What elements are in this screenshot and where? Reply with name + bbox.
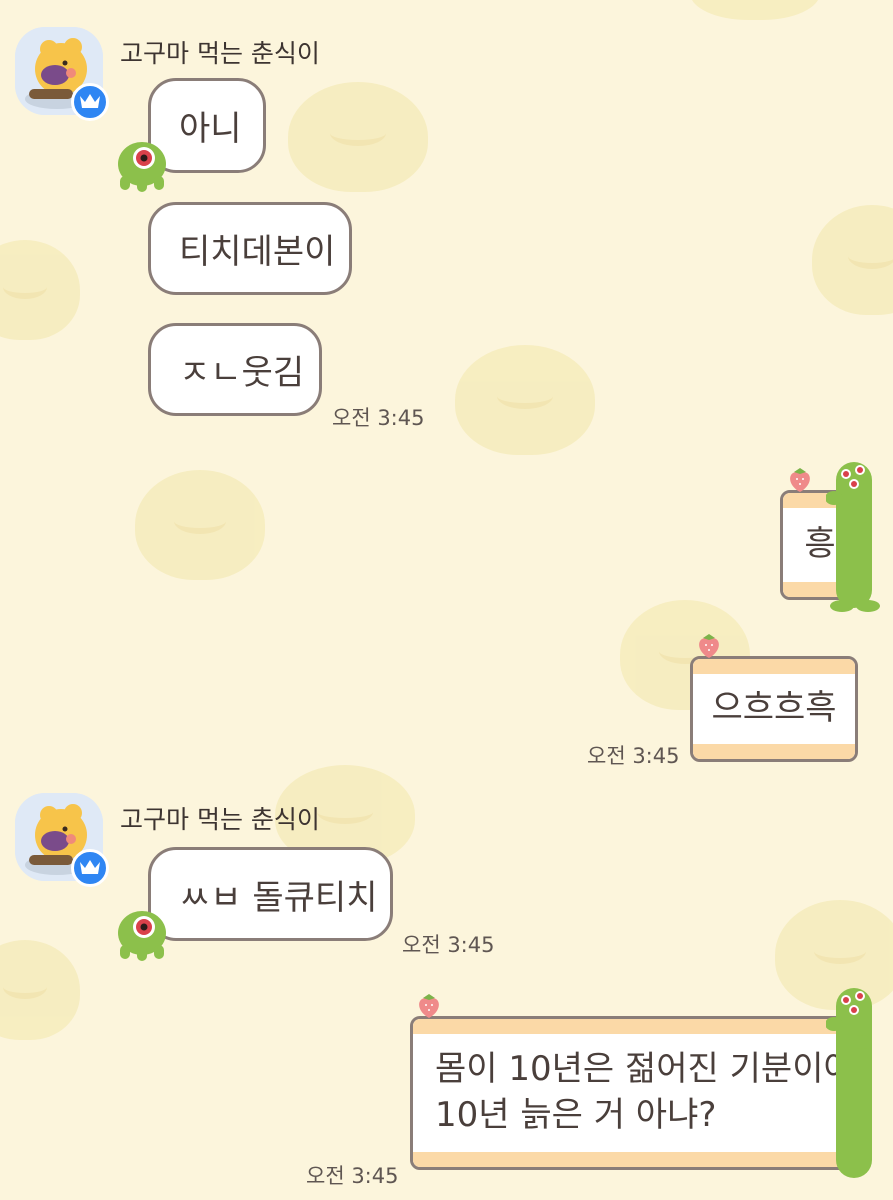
message-timestamp: 오전 3:45 (332, 406, 425, 430)
outgoing-card-bubble[interactable]: 몸이 10년은 젊어진 기분이야! 10년 늙은 거 아냐? (410, 1016, 860, 1170)
crown-icon (80, 94, 100, 108)
green-critter-holding-card-icon (826, 988, 872, 1178)
message-text: 아니 (179, 109, 242, 149)
incoming-message-bubble[interactable]: ㅆㅂ 돌큐티치 (148, 847, 393, 941)
message-timestamp: 오전 3:45 (306, 1164, 399, 1188)
message-text: 으흐흐흑 (711, 688, 837, 729)
message-text: ㅆㅂ 돌큐티치 (179, 877, 378, 918)
message-timestamp: 오전 3:45 (587, 744, 680, 768)
card-stripe (693, 659, 855, 674)
card-stripe (413, 1019, 857, 1034)
message-timestamp: 오전 3:45 (402, 933, 495, 957)
message-text: ㅈㄴ웃김 (179, 353, 305, 393)
incoming-message-bubble[interactable]: 티치데본이 (148, 202, 352, 295)
green-critter-icon (118, 142, 166, 192)
outgoing-card-bubble[interactable]: 으흐흐흑 (690, 656, 858, 762)
sender-name: 고구마 먹는 춘식이 (120, 39, 320, 68)
strawberry-icon (790, 468, 810, 492)
green-critter-icon (118, 911, 166, 961)
message-line: 10년 늙은 거 아냐? (435, 1095, 717, 1135)
incoming-message-bubble[interactable]: ㅈㄴ웃김 (148, 323, 322, 416)
crown-icon (80, 860, 100, 874)
message-text: 몸이 10년은 젊어진 기분이야! 10년 늙은 거 아냐? (413, 1034, 857, 1152)
strawberry-icon (419, 994, 439, 1018)
crown-badge (71, 849, 109, 887)
sender-name: 고구마 먹는 춘식이 (120, 805, 320, 834)
green-critter-holding-card-icon (826, 462, 880, 612)
message-text: 티치데본이 (179, 232, 336, 272)
card-stripe (693, 744, 855, 759)
message-line: 몸이 10년은 젊어진 기분이야! (435, 1049, 860, 1090)
crown-badge (71, 83, 109, 121)
card-stripe (413, 1152, 857, 1167)
strawberry-icon (699, 634, 719, 658)
